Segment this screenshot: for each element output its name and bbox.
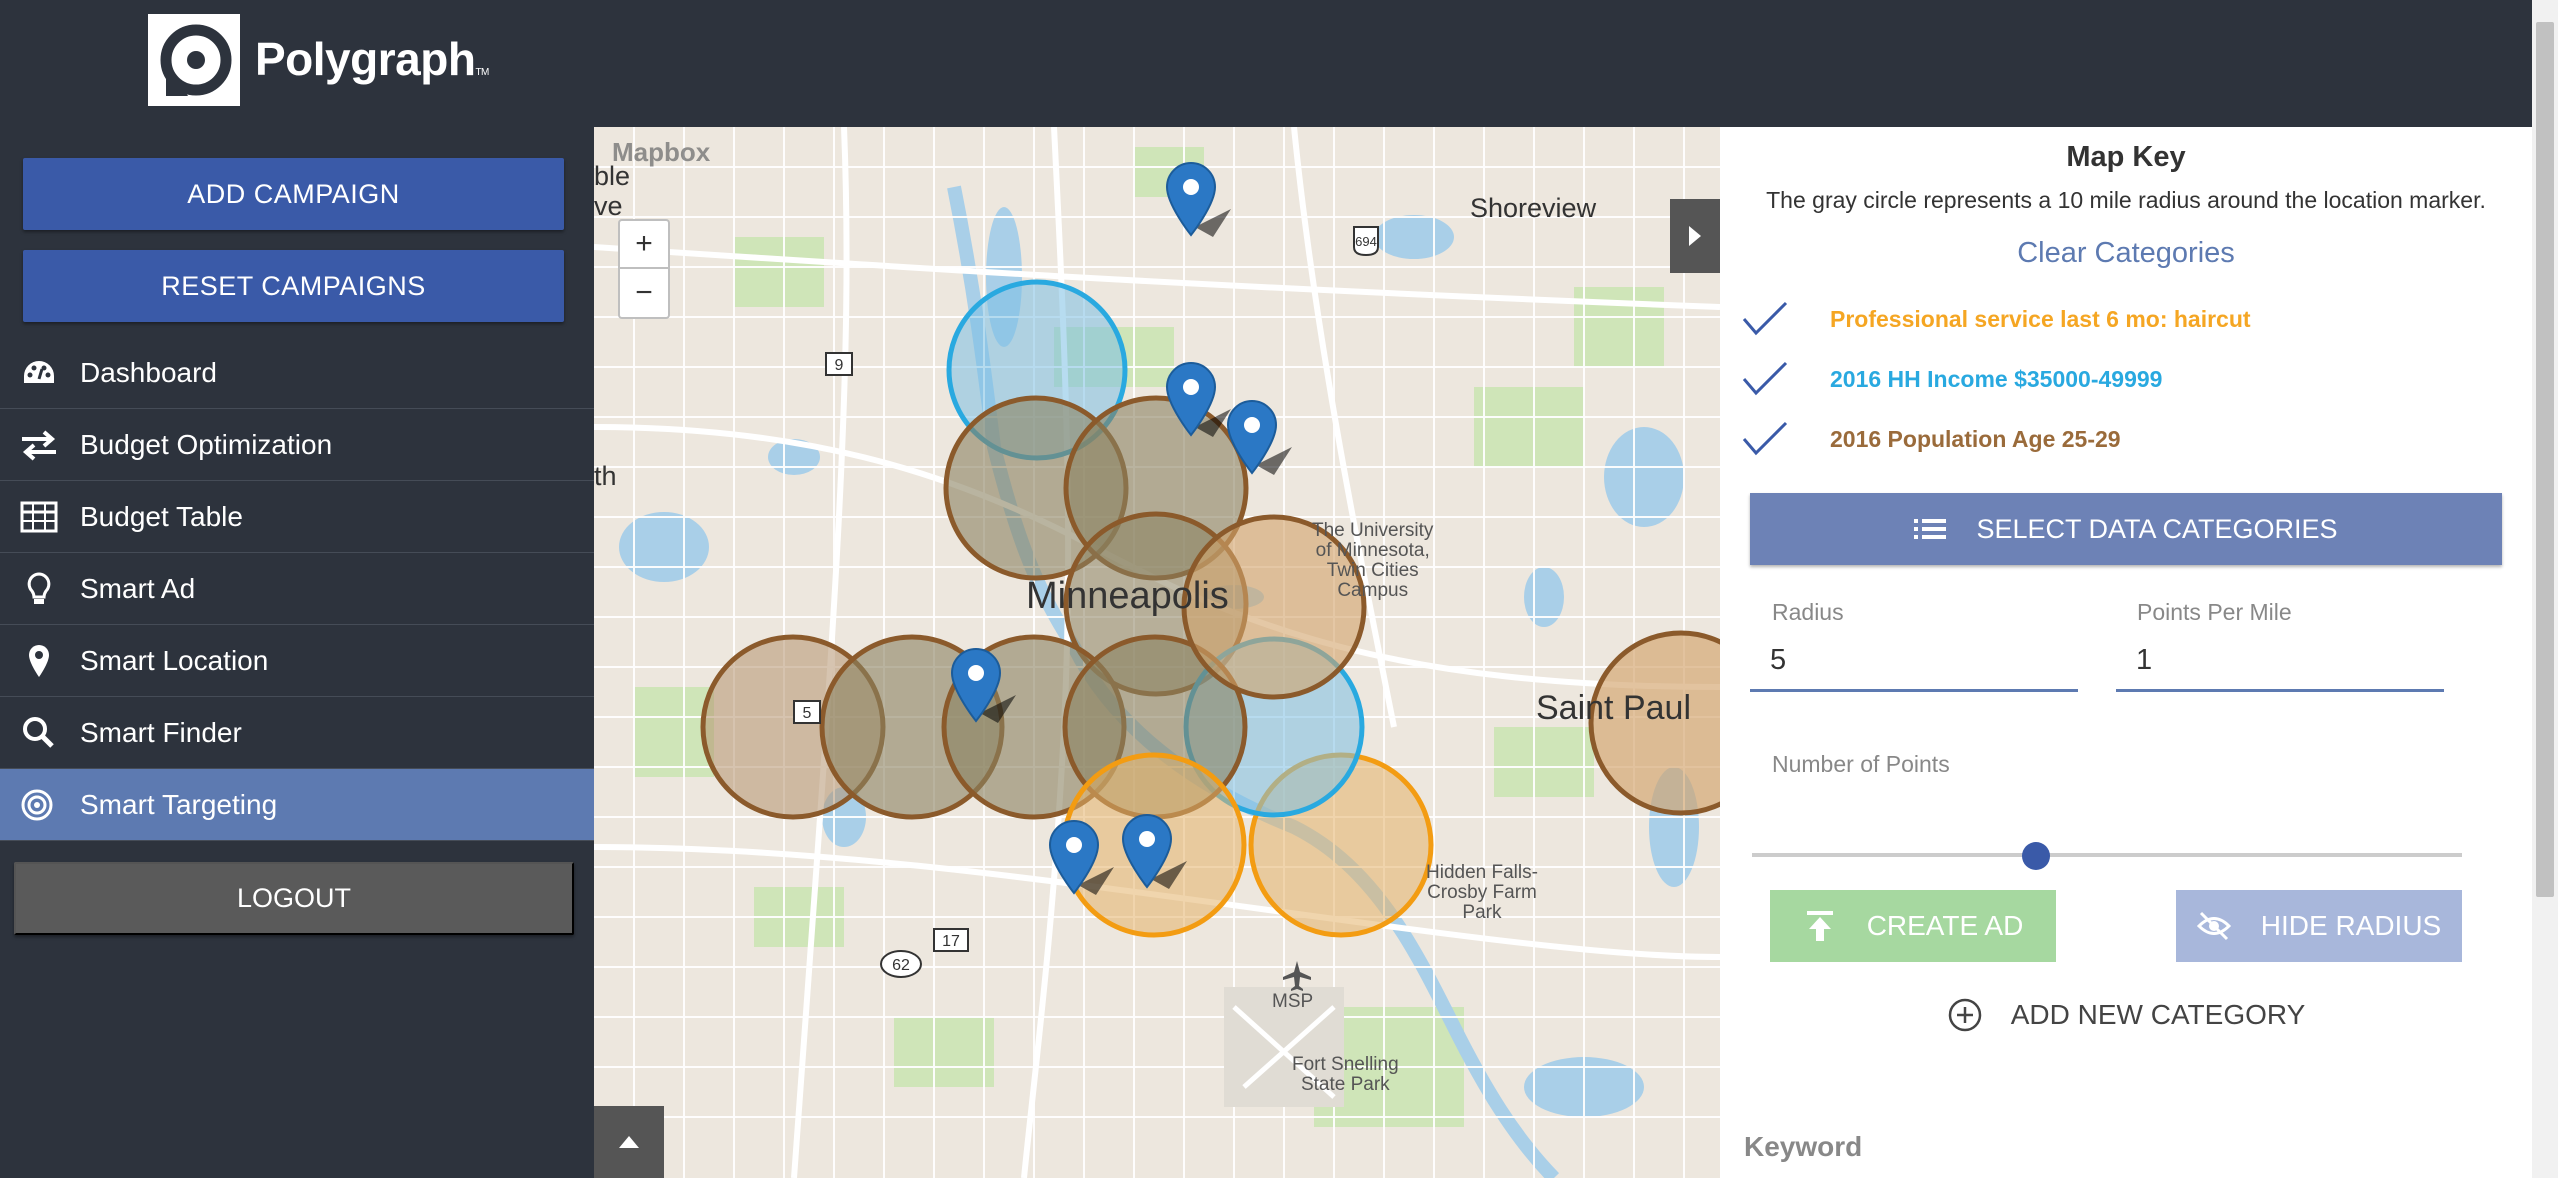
sidebar-item-label: Smart Finder (80, 716, 242, 748)
checkmark-icon[interactable] (1740, 359, 1790, 399)
keyword-label: Keyword (1744, 1131, 1863, 1162)
category-item[interactable]: Professional service last 6 mo: haircut (1740, 295, 2251, 343)
category-label: Professional service last 6 mo: haircut (1830, 305, 2251, 332)
zoom-out-button[interactable]: − (618, 269, 670, 319)
hide-radius-label: HIDE RADIUS (2260, 910, 2442, 941)
sidebar-item-smart-location[interactable]: Smart Location (0, 625, 594, 697)
select-data-categories-button[interactable]: SELECT DATA CATEGORIES (1750, 493, 2502, 565)
logout-button[interactable]: LOGOUT (14, 862, 574, 935)
radius-label: Radius (1772, 599, 1844, 625)
map-place-label-university: The University of Minnesota, Twin Cities… (1312, 520, 1434, 601)
category-label: 2016 Population Age 25-29 (1830, 425, 2121, 452)
sidebar-item-label: Smart Location (80, 644, 269, 676)
map-key-description: The gray circle represents a 10 mile rad… (1766, 187, 2486, 213)
map-place-label: th (594, 461, 617, 491)
highway-shield-icon: 17 (933, 928, 969, 952)
highway-shield-icon: 9 (825, 352, 853, 376)
add-new-category-button[interactable]: ADD NEW CATEGORY (1720, 997, 2532, 1033)
map-place-label-minneapolis: Minneapolis (1026, 575, 1229, 617)
number-of-points-label: Number of Points (1772, 751, 1950, 777)
highway-shield-icon: 5 (793, 700, 821, 724)
map-marker-icon (29, 645, 49, 677)
add-campaign-button[interactable]: ADD CAMPAIGN (23, 158, 564, 230)
highway-shield-icon: 62 (880, 950, 922, 978)
sidebar-item-smart-finder[interactable]: Smart Finder (0, 697, 594, 769)
lightbulb-icon (27, 572, 51, 604)
polygraph-logo-icon[interactable] (148, 14, 240, 106)
create-ad-label: CREATE AD (1866, 910, 2024, 941)
sidebar: ADD CAMPAIGN RESET CAMPAIGNS Dashboard B… (0, 127, 594, 1178)
sidebar-item-label: Budget Table (80, 500, 243, 532)
map-key-title: Map Key (2066, 141, 2186, 173)
page-scrollbar-thumb[interactable] (2536, 22, 2554, 897)
add-new-category-label: ADD NEW CATEGORY (2010, 999, 2306, 1030)
exchange-icon (22, 430, 56, 461)
dashboard-icon (24, 361, 54, 383)
sidebar-item-smart-targeting[interactable]: Smart Targeting (0, 769, 594, 841)
radius-input[interactable] (1750, 632, 2078, 692)
caret-right-icon (1689, 226, 1701, 246)
map-place-label: ve (594, 191, 623, 221)
sidebar-item-label: Smart Targeting (80, 788, 278, 820)
zoom-in-button[interactable]: + (618, 219, 670, 269)
map-place-label-hidden-falls: Hidden Falls- Crosby Farm Park (1426, 862, 1538, 923)
svg-text:17: 17 (942, 933, 960, 950)
sidebar-item-budget-table[interactable]: Budget Table (0, 481, 594, 553)
eye-slash-icon (2196, 911, 2231, 941)
select-data-categories-label: SELECT DATA CATEGORIES (1976, 513, 2338, 544)
map-place-label-shoreview: Shoreview (1470, 193, 1597, 223)
reset-campaigns-button[interactable]: RESET CAMPAIGNS (23, 250, 564, 322)
sidebar-item-dashboard[interactable]: Dashboard (0, 337, 594, 409)
target-icon (21, 789, 53, 821)
sidebar-item-label: Dashboard (80, 356, 217, 388)
svg-text:9: 9 (835, 357, 844, 374)
points-per-mile-label: Points Per Mile (2137, 599, 2292, 625)
map-overlays: 694 9 5 17 62 (700, 162, 1720, 991)
map-place-label-saint-paul: Saint Paul (1536, 689, 1691, 727)
sidebar-item-label: Budget Optimization (80, 428, 333, 460)
svg-text:5: 5 (803, 705, 812, 722)
list-icon (1914, 519, 1947, 539)
location-marker-icon[interactable] (1166, 162, 1232, 238)
search-icon (23, 717, 54, 748)
upload-icon (1806, 911, 1833, 941)
map-place-label: ble (594, 161, 631, 191)
airport-icon (1283, 961, 1311, 991)
highway-shield-icon: 694 (1353, 226, 1379, 257)
category-item[interactable]: 2016 Population Age 25-29 (1740, 415, 2121, 463)
sidebar-item-label: Smart Ad (80, 572, 196, 604)
sidebar-item-budget-optimization[interactable]: Budget Optimization (0, 409, 594, 481)
svg-text:694: 694 (1355, 234, 1377, 249)
category-item[interactable]: 2016 HH Income $35000-49999 (1740, 355, 2162, 403)
clear-categories-link[interactable]: Clear Categories (1720, 237, 2532, 270)
targeting-panel: Map Key The gray circle represents a 10 … (1720, 127, 2532, 1178)
category-label: 2016 HH Income $35000-49999 (1830, 365, 2163, 392)
number-of-points-slider-handle[interactable] (2022, 842, 2050, 870)
sidebar-item-smart-ad[interactable]: Smart Ad (0, 553, 594, 625)
checkmark-icon[interactable] (1740, 419, 1790, 459)
add-circle-icon (1948, 998, 1981, 1032)
collapse-panel-button[interactable] (594, 1106, 664, 1178)
svg-text:62: 62 (892, 957, 910, 974)
top-bar: PolygraphTM (0, 0, 2532, 127)
sidebar-nav: Dashboard Budget Optimization Budget Tab… (0, 337, 594, 841)
app-name: PolygraphTM (255, 33, 489, 85)
map-view[interactable]: 694 9 5 17 62 Mapbox ble ve th Shoreview… (594, 127, 1720, 1178)
points-per-mile-input[interactable] (2116, 632, 2444, 692)
table-icon (20, 501, 58, 533)
expand-panel-button[interactable] (1670, 199, 1720, 273)
hide-radius-button[interactable]: HIDE RADIUS (2176, 890, 2462, 962)
number-of-points-slider[interactable] (1752, 853, 2462, 857)
checkmark-icon[interactable] (1740, 299, 1790, 339)
create-ad-button[interactable]: CREATE AD (1770, 890, 2056, 962)
map-place-label-msp: MSP (1272, 991, 1314, 1012)
caret-up-icon (619, 1136, 639, 1148)
map-place-label-fort-snelling: Fort Snelling State Park (1292, 1054, 1399, 1095)
page-scrollbar[interactable] (2532, 0, 2558, 1178)
